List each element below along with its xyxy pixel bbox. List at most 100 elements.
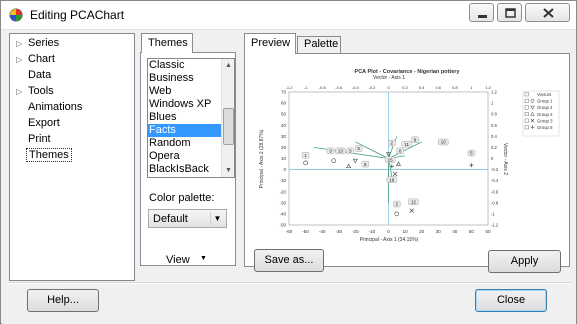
y-tick-label: -50 <box>279 223 286 228</box>
point-label: 12 <box>411 199 417 204</box>
y2-tick-label: -1 <box>491 211 495 216</box>
x-tick-label: 20 <box>419 229 425 234</box>
theme-item[interactable]: Windows XP <box>148 98 221 111</box>
close-icon <box>543 8 554 18</box>
x-tick-label: -10 <box>369 229 376 234</box>
maximize-icon <box>505 8 516 18</box>
point-label: 11 <box>404 142 409 147</box>
app-icon <box>9 8 23 22</box>
x-tick-label: -60 <box>286 229 293 234</box>
legend-checkbox <box>524 125 529 130</box>
tree-item-chart[interactable]: ▷ Chart <box>16 53 57 68</box>
y-tick-label: 0 <box>283 167 286 172</box>
theme-item[interactable]: Blues <box>148 111 221 124</box>
apply-button[interactable]: Apply <box>488 250 561 273</box>
maximize-button[interactable] <box>497 3 522 22</box>
themes-scrollbar[interactable]: ▲ ▼ <box>221 59 234 177</box>
point-label: 15 <box>388 157 394 162</box>
point-label: 13 <box>338 148 344 153</box>
navigation-tree[interactable]: ▷ Series ▷ Chart Data ▷ Tools Animations Ex… <box>9 33 135 281</box>
tree-item-data[interactable]: Data <box>16 69 53 84</box>
chart-preview: PCA Plot - Covariance - Nigerian pottery… <box>255 64 560 252</box>
window-title: Editing PCAChart <box>30 8 125 22</box>
dialog-client: ▷ Series ▷ Chart Data ▷ Tools Animations Ex… <box>2 30 576 324</box>
y2-tick-label: 0.8 <box>491 112 497 117</box>
color-palette-select[interactable]: Default ▼ <box>148 209 227 228</box>
x2-tick-label: 0.6 <box>435 85 441 90</box>
theme-item[interactable]: Gray scale <box>148 176 221 177</box>
y2-tick-label: -0.4 <box>491 178 499 183</box>
y-tick-label: 50 <box>281 112 287 117</box>
chevron-down-icon[interactable]: ▼ <box>210 212 224 225</box>
y2-tick-label: 0.2 <box>491 145 497 150</box>
tab-preview[interactable]: Preview <box>244 33 296 54</box>
y-tick-label: -40 <box>279 211 286 216</box>
dropdown-arrow-icon[interactable]: ▼ <box>200 255 207 262</box>
y-tick-label: 70 <box>281 90 287 95</box>
expand-arrow-icon[interactable]: ▷ <box>16 55 26 64</box>
y2-tick-label: -0.2 <box>491 167 499 172</box>
color-palette-label: Color palette: <box>149 192 215 204</box>
expand-arrow-icon[interactable]: ▷ <box>16 87 26 96</box>
y2-tick-label: 1.2 <box>491 90 497 95</box>
themes-list: Classic Business Web Windows XP Blues Facts Ra… <box>148 59 221 177</box>
legend-checkbox <box>524 112 529 116</box>
tab-themes[interactable]: Themes <box>141 33 193 53</box>
themes-listbox[interactable]: Classic Business Web Windows XP Blues Facts Ra… <box>147 58 235 178</box>
scroll-thumb[interactable] <box>223 108 234 145</box>
x-tick-label: -20 <box>352 229 359 234</box>
x2-tick-label: 0.2 <box>402 85 408 90</box>
x2-tick-label: -1 <box>304 85 308 90</box>
title-bar[interactable]: Editing PCAChart <box>1 1 576 30</box>
view-menu-label[interactable]: View <box>166 254 190 266</box>
close-button[interactable]: Close <box>475 289 547 312</box>
tab-palette[interactable]: Palette <box>297 36 341 53</box>
x2-tick-label: 1 <box>470 85 473 90</box>
color-palette-value: Default <box>153 213 188 225</box>
theme-item[interactable]: Facts <box>148 124 221 137</box>
theme-item[interactable]: Random <box>148 137 221 150</box>
scroll-up-icon[interactable]: ▲ <box>222 59 234 72</box>
x-tick-label: 30 <box>436 229 442 234</box>
theme-item[interactable]: Classic <box>148 59 221 72</box>
x2-tick-label: 0 <box>387 85 390 90</box>
legend-entry: Group 3 <box>537 118 553 123</box>
x-tick-label: -30 <box>335 229 342 234</box>
close-window-button[interactable] <box>525 3 570 22</box>
y-tick-label: -30 <box>279 200 286 205</box>
tree-item-animations[interactable]: Animations <box>16 101 84 116</box>
x-tick-label: 50 <box>469 229 475 234</box>
theme-item[interactable]: Business <box>148 72 221 85</box>
x2-tick-label: -1.2 <box>286 85 294 90</box>
themes-panel: Classic Business Web Windows XP Blues Facts Ra… <box>140 52 236 266</box>
y2-tick-label: 1 <box>491 101 494 106</box>
x-tick-label: 0 <box>387 229 390 234</box>
theme-item[interactable]: Opera <box>148 150 221 163</box>
tree-item-themes[interactable]: Themes <box>16 148 72 164</box>
x-tick-label: 60 <box>485 229 491 234</box>
theme-item[interactable]: Web <box>148 85 221 98</box>
tree-item-export[interactable]: Export <box>16 117 62 132</box>
help-button[interactable]: Help... <box>27 289 99 312</box>
legend-checkbox <box>524 105 529 110</box>
x-axis-title: Principal - Axis 1 (34.15%) <box>360 237 419 243</box>
save-as-button[interactable]: Save as... <box>254 249 324 272</box>
separator <box>8 282 571 284</box>
expand-arrow-icon[interactable]: ▷ <box>16 39 26 48</box>
x2-tick-label: -0.6 <box>335 85 343 90</box>
legend-entry: Group 4 <box>537 105 553 110</box>
y-tick-label: -20 <box>279 189 286 194</box>
editor-window: Editing PCAChart ▷ Series ▷ Chart Data ▷ To… <box>0 0 577 324</box>
legend-entry: Group 1 <box>537 99 553 104</box>
tree-item-tools[interactable]: ▷ Tools <box>16 85 56 100</box>
theme-item[interactable]: BlackIsBack <box>148 163 221 176</box>
y-tick-label: 30 <box>281 134 287 139</box>
minimize-button[interactable] <box>469 3 494 22</box>
scroll-down-icon[interactable]: ▼ <box>222 164 234 177</box>
chart-title: PCA Plot - Covariance - Nigerian pottery <box>355 69 461 75</box>
tree-item-series[interactable]: ▷ Series <box>16 37 61 52</box>
tree-item-print[interactable]: Print <box>16 133 53 148</box>
legend-entry: Group 5 <box>537 125 553 130</box>
legend-checkbox <box>524 92 529 97</box>
legend-checkbox <box>524 98 529 103</box>
